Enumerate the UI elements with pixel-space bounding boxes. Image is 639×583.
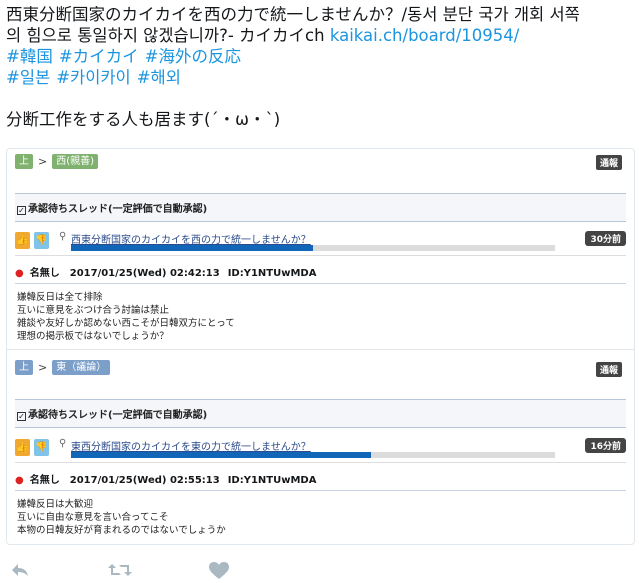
post-header: ● 名無し 2017/01/25(Wed) 02:42:13 ID:Y1NTUwMDA <box>15 259 626 284</box>
section-header: ✓ 承認待ちスレッド(一定評価で自動承認) <box>15 399 626 428</box>
thumbs-up-icon[interactable]: 👍 <box>15 232 30 249</box>
crumb-board-button[interactable]: 西(親善) <box>52 154 99 169</box>
hashtag-link[interactable]: #韓国 <box>6 47 53 66</box>
thread-title-link[interactable]: 東西分断国家のカイカイを東の力で統一しませんか？ <box>71 438 311 453</box>
post-author: 名無し <box>29 475 60 486</box>
post-header: ● 名無し 2017/01/25(Wed) 02:55:13 ID:Y1NTUwMDA <box>15 466 626 491</box>
hashtag-row-1: #韓国 #カイカイ #海外の反応 <box>6 46 636 67</box>
thread-time-badge: 16分前 <box>585 438 626 453</box>
tweet-text: 西東分断国家のカイカイを西の力で統一しませんか？/동서 분단 국가 개회 서쪽 … <box>6 4 636 130</box>
thumbs-up-icon[interactable]: 👍 <box>15 439 30 456</box>
thread-icon: ⚲ <box>59 438 67 449</box>
thread-icon: ⚲ <box>59 231 67 242</box>
crumb-separator: > <box>38 361 48 374</box>
crumb-separator: > <box>38 155 48 168</box>
hashtag-link[interactable]: #海外の反応 <box>145 47 241 66</box>
thread-row: 👍 👎 ⚲ 東西分断国家のカイカイを東の力で統一しませんか？ 16分前 <box>15 436 626 463</box>
post-line: 互いに意見をぶつけ合う討論は禁止 <box>17 305 170 316</box>
post-date: 2017/01/25(Wed) 02:42:13 <box>69 268 220 279</box>
post-body: 嫌韓反日は全て排除 互いに意見をぶつけ合う討論は禁止 雑談や友好しか認めない西こ… <box>17 291 235 343</box>
report-button[interactable]: 通報 <box>595 362 622 377</box>
report-button[interactable]: 通報 <box>595 155 622 170</box>
hashtag-row-2: #일본 #카이카이 #해외 <box>6 67 636 88</box>
post-line: 嫌韓反日は大歓迎 <box>17 499 94 510</box>
hashtag-link[interactable]: #해외 <box>137 68 181 87</box>
tweet-line-2: 의 힘으로 통일하지 않겠습니까?- カイカイch kaikai.ch/boar… <box>6 25 636 46</box>
board-screenshot-east: 上 > 東（議論） 通報 ✓ 承認待ちスレッド(一定評価で自動承認) 👍 👎 ⚲ … <box>7 349 634 544</box>
section-header: ✓ 承認待ちスレッド(一定評価で自動承認) <box>15 193 626 222</box>
post-bullet-icon: ● <box>15 475 24 486</box>
hashtag-link[interactable]: #카이카이 <box>56 68 131 87</box>
checkbox-icon: ✓ <box>17 412 26 421</box>
vote-progress-fill <box>71 245 313 251</box>
vote-progress-bar <box>71 452 555 458</box>
tweet-actions <box>0 560 639 583</box>
like-icon[interactable] <box>209 562 229 583</box>
post-body: 嫌韓反日は大歓迎 互いに自由な意見を言い合ってこそ 本物の日韓友好が育まれるので… <box>17 498 226 537</box>
retweet-icon[interactable] <box>108 562 132 582</box>
tweet-line-2-text: 의 힘으로 통일하지 않겠습니까?- カイカイch <box>6 26 330 45</box>
tweet-line-1: 西東分断国家のカイカイを西の力で統一しませんか？/동서 분단 국가 개회 서쪽 <box>6 5 580 24</box>
post-author: 名無し <box>29 268 60 279</box>
post-date: 2017/01/25(Wed) 02:55:13 <box>69 475 220 486</box>
thumbs-down-icon[interactable]: 👎 <box>34 439 49 456</box>
attached-image-card[interactable]: 上 > 西(親善) 通報 ✓ 承認待ちスレッド(一定評価で自動承認) 👍 👎 ⚲ … <box>6 148 635 545</box>
post-bullet-icon: ● <box>15 268 24 279</box>
section-label: 承認待ちスレッド(一定評価で自動承認) <box>28 410 208 421</box>
post-line: 本物の日韓友好が育まれるのではないでしょうか <box>17 525 226 536</box>
tweet-link[interactable]: kaikai.ch/board/10954/ <box>330 26 520 45</box>
crumb-home-button[interactable]: 上 <box>15 154 33 169</box>
crumb-board-button[interactable]: 東（議論） <box>52 360 111 375</box>
checkbox-icon: ✓ <box>17 206 26 215</box>
thread-row: 👍 👎 ⚲ 西東分断国家のカイカイを西の力で統一しませんか？ 30分前 <box>15 229 626 256</box>
post-line: 嫌韓反日は全て排除 <box>17 292 103 303</box>
breadcrumb: 上 > 西(親善) <box>15 154 99 169</box>
thumbs-down-icon[interactable]: 👎 <box>34 232 49 249</box>
reply-icon[interactable] <box>10 562 30 582</box>
post-line: 互いに自由な意見を言い合ってこそ <box>17 512 169 523</box>
crumb-home-button[interactable]: 上 <box>15 360 33 375</box>
post-id: ID:Y1NTUwMDA <box>227 268 317 279</box>
hashtag-link[interactable]: #일본 <box>6 68 50 87</box>
post-line: 理想の掲示板ではないでしょうか？ <box>17 331 169 342</box>
hashtag-link[interactable]: #カイカイ <box>59 47 139 66</box>
thread-title-link[interactable]: 西東分断国家のカイカイを西の力で統一しませんか？ <box>71 231 311 246</box>
board-screenshot-west: 上 > 西(親善) 通報 ✓ 承認待ちスレッド(一定評価で自動承認) 👍 👎 ⚲ … <box>7 149 634 349</box>
thread-time-badge: 30分前 <box>585 231 626 246</box>
post-id: ID:Y1NTUwMDA <box>227 475 317 486</box>
vote-progress-bar <box>71 245 555 251</box>
post-line: 雑談や友好しか認めない西こそが日韓双方にとって <box>17 318 235 329</box>
tweet-comment: 分断工作をする人も居ます(´・ω・`) <box>6 110 281 129</box>
vote-progress-fill <box>71 452 372 458</box>
breadcrumb: 上 > 東（議論） <box>15 360 111 375</box>
section-label: 承認待ちスレッド(一定評価で自動承認) <box>28 204 208 215</box>
